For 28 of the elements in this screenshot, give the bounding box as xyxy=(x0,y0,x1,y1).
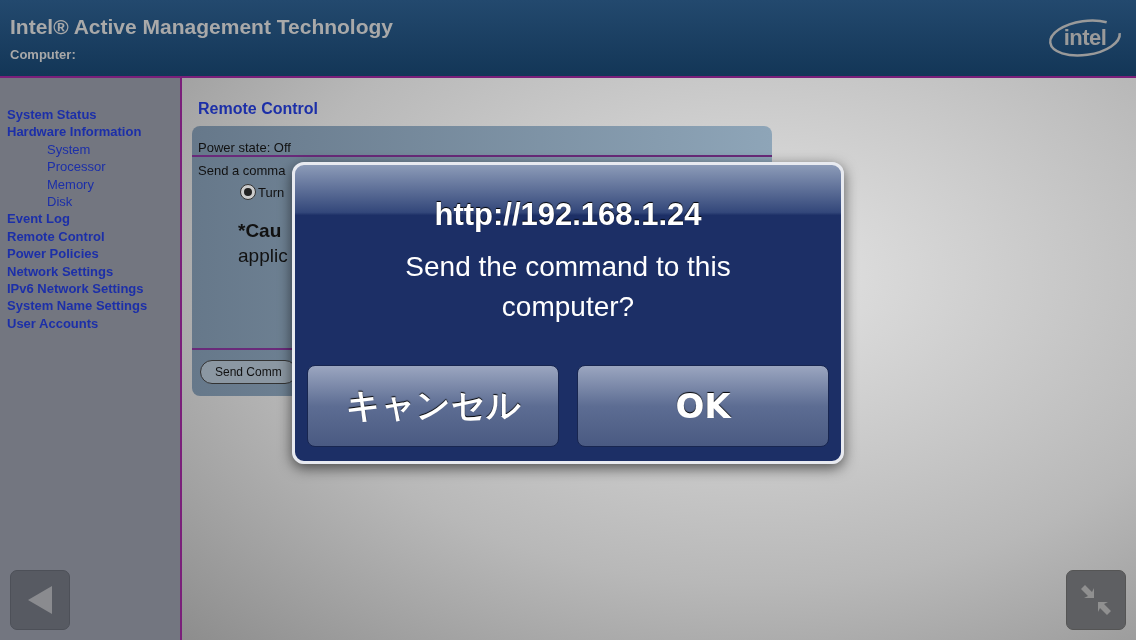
dialog-message: Send the command to this computer? xyxy=(404,250,732,324)
caution-text: *Cau applic xyxy=(237,219,289,268)
sidebar-link[interactable]: Power Policies xyxy=(7,245,180,263)
radio-option[interactable]: Turn xyxy=(240,184,285,200)
dialog-button[interactable]: キャンセル xyxy=(307,365,559,447)
collapse-button[interactable] xyxy=(1066,570,1126,630)
dialog-button[interactable]: OK xyxy=(577,365,829,447)
sidebar-link[interactable]: User Accounts xyxy=(7,314,180,333)
back-button[interactable] xyxy=(10,570,70,630)
sidebar-link[interactable]: System xyxy=(7,140,180,159)
app-title: Intel® Active Management Technology xyxy=(10,14,394,39)
dialog-title: http://192.168.1.24 xyxy=(434,197,702,233)
sidebar-link[interactable]: Event Log xyxy=(7,210,180,228)
back-arrow-icon xyxy=(28,586,52,614)
sidebar-link[interactable]: IPv6 Network Settings xyxy=(7,280,180,298)
sidebar-link[interactable]: Processor xyxy=(7,158,180,176)
computer-label: Computer: xyxy=(10,46,77,62)
sidebar-link[interactable]: System Status xyxy=(7,106,180,124)
sidebar-link[interactable]: Hardware Information xyxy=(7,123,180,141)
send-command-label: Send a comma xyxy=(197,162,287,178)
sidebar-link[interactable]: Remote Control xyxy=(7,227,180,246)
sidebar-link[interactable]: Disk xyxy=(7,193,180,211)
sidebar-link[interactable]: Network Settings xyxy=(7,262,180,281)
page-heading: Remote Control xyxy=(198,100,319,118)
power-state: Power state: Off xyxy=(192,126,772,157)
sidebar-link[interactable]: System Name Settings xyxy=(7,297,180,315)
sidebar-link[interactable]: Memory xyxy=(7,175,180,194)
collapse-arrows-icon xyxy=(1079,583,1113,617)
